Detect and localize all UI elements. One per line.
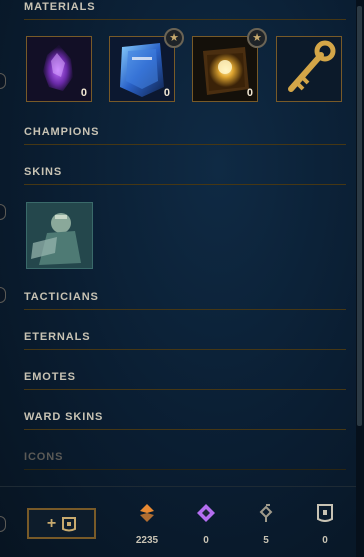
chest-counter: 0 — [305, 503, 345, 546]
mythic-essence-icon — [197, 504, 215, 522]
section-header-eternals[interactable]: ETERNALS — [24, 331, 346, 350]
mythic-essence-counter: 0 — [186, 503, 226, 546]
material-tile-crystal[interactable]: 0 — [26, 36, 92, 102]
key-fragment-value: 5 — [263, 535, 269, 546]
scrollbar-thumb[interactable] — [357, 6, 362, 426]
section-header-materials[interactable]: MATERIALS — [24, 1, 346, 20]
add-chest-button[interactable]: + — [27, 508, 96, 539]
section-header-champions[interactable]: CHAMPIONS — [24, 126, 346, 145]
chest-icon — [62, 516, 77, 531]
material-tile-key[interactable] — [276, 36, 342, 102]
section-header-emotes[interactable]: EMOTES — [24, 371, 346, 390]
section-header-ward-skins[interactable]: WARD SKINS — [24, 411, 346, 430]
star-badge-icon: ★ — [164, 28, 184, 48]
material-count: 0 — [80, 87, 87, 99]
key-fragment-icon — [259, 504, 273, 522]
skin-splash-icon — [27, 203, 92, 268]
add-button-label: + — [46, 514, 57, 532]
section-header-skins[interactable]: SKINS — [24, 166, 346, 185]
footer-divider — [0, 486, 356, 487]
chest-icon — [317, 504, 333, 522]
key-icon — [277, 37, 341, 101]
material-count: 0 — [163, 87, 170, 99]
mythic-essence-value: 0 — [203, 535, 209, 546]
section-header-tacticians[interactable]: TACTICIANS — [24, 291, 346, 310]
material-tile-blue-chest[interactable]: 0 — [109, 36, 175, 102]
skin-tile[interactable] — [26, 202, 93, 269]
key-fragment-counter: 5 — [246, 503, 286, 546]
chest-value: 0 — [322, 535, 328, 546]
blue-essence-value: 2235 — [135, 535, 159, 546]
blue-essence-icon — [140, 504, 154, 522]
material-count: 0 — [246, 87, 253, 99]
material-tile-hextech-chest[interactable]: 0 — [192, 36, 258, 102]
section-header-icons[interactable]: ICONS — [24, 451, 346, 470]
blue-essence-counter: 2235 — [127, 503, 167, 546]
star-badge-icon: ★ — [247, 28, 267, 48]
